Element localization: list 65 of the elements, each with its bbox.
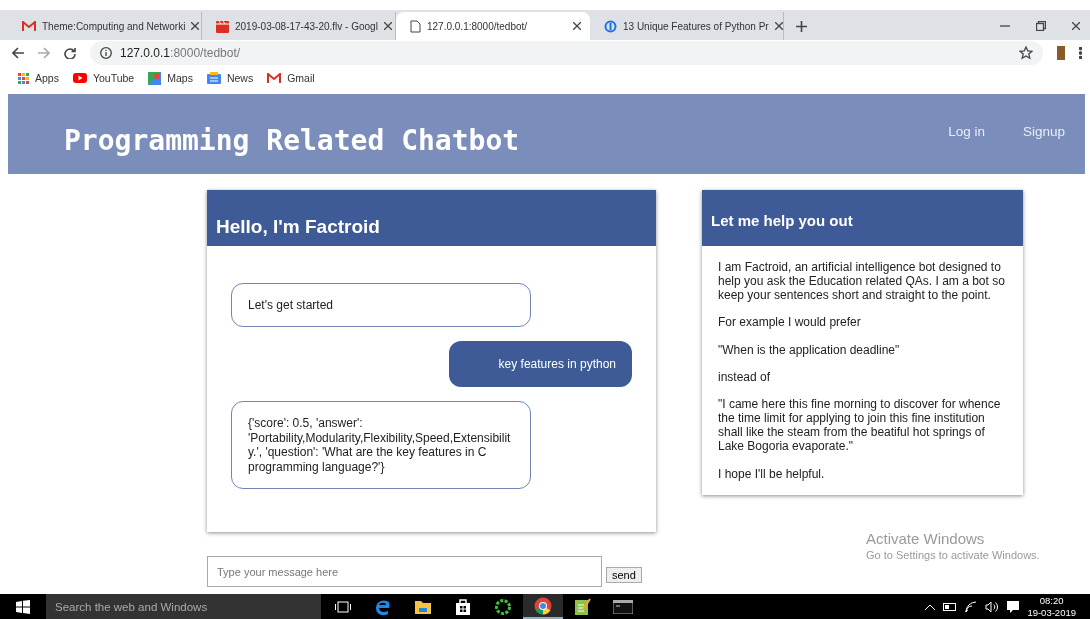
plus-icon[interactable] [796, 20, 807, 32]
bookmark[interactable]: YouTube [72, 72, 135, 84]
address-bar[interactable]: 127.0.0.1:8000/tedbot/ [90, 41, 1043, 65]
browser-tab[interactable]: 2019-03-08-17-43-20.flv - Googl [202, 12, 396, 40]
wifi-icon[interactable] [965, 600, 978, 613]
send-button[interactable]: send [606, 566, 642, 583]
task-view-icon [335, 600, 351, 613]
close-icon[interactable] [1072, 22, 1080, 30]
bookmark[interactable]: News [206, 72, 254, 84]
chevron-up-icon[interactable] [925, 603, 936, 610]
close-icon[interactable] [191, 22, 200, 30]
info-icon[interactable] [100, 47, 112, 59]
bookmark[interactable]: Gmail [267, 72, 315, 84]
bookmark[interactable]: Maps [148, 71, 193, 85]
terminal-icon [613, 599, 633, 614]
play-icon [72, 73, 87, 83]
help-text: instead of [718, 369, 772, 384]
restore-icon[interactable] [1036, 21, 1046, 31]
user-message: key features in python [448, 341, 632, 388]
browser-tab[interactable]: 127.0.0.1:8000/tedbot/ [396, 12, 590, 40]
reload-icon[interactable] [64, 47, 76, 59]
message-input[interactable]: Type your message here [207, 556, 602, 587]
map-pin-icon [148, 71, 162, 85]
browser-tab[interactable]: Theme:Computing and Networki [8, 12, 202, 40]
clapperboard-icon [216, 19, 229, 33]
ring-icon [494, 597, 512, 616]
close-icon[interactable] [383, 22, 392, 30]
help-text: "I came here this fine morning to discover for whence the time limit for applying to join this fine institution shall like the steam from the beatiful hot springs of Lake Bogoria evaporate." [718, 396, 1002, 454]
document-icon [410, 19, 421, 33]
close-icon[interactable] [774, 22, 783, 30]
taskbar-search-field[interactable]: Search the web and Windows [46, 594, 321, 619]
help-text: "When is the application deadline" [718, 342, 901, 357]
help-text: I am Factroid, an artificial intelligence bot designed to help you ask the Education related QAs. I am a bot so keep your sentences short and straight to the point. [718, 260, 1006, 303]
help-text: For example I would prefer [718, 315, 862, 330]
clock-date: 19-03-2019 [1027, 606, 1076, 619]
battery-icon[interactable] [943, 602, 958, 611]
apps-grid-icon [18, 72, 29, 84]
windows-logo-icon[interactable] [16, 599, 30, 614]
folder-icon [414, 598, 432, 615]
activation-subtitle: Go to Settings to activate Windows. [866, 549, 1040, 561]
browser-tab[interactable]: 13 Unique Features of Python Pr [590, 12, 784, 40]
taskbar-app[interactable] [523, 594, 563, 619]
bot-message: {'score': 0.5, 'answer': 'Portability,Modularity,Flexibility,Speed,Extensibility.', 'question': 'What are the key features in C programming language?'} [231, 401, 531, 489]
star-icon[interactable] [1019, 46, 1033, 60]
activation-title: Activate Windows [866, 530, 986, 547]
menu-icon[interactable] [1079, 47, 1082, 59]
help-title: Let me help you out [702, 190, 1023, 246]
notification-icon[interactable] [1007, 600, 1020, 613]
clock-time: 08:20 [1038, 594, 1065, 607]
back-icon[interactable] [12, 47, 24, 59]
e-logo-icon [374, 597, 392, 616]
bookmark[interactable]: Apps [18, 72, 59, 84]
speaker-icon[interactable] [985, 600, 1000, 613]
chrome-logo-icon [534, 596, 552, 615]
close-icon[interactable] [573, 22, 581, 30]
help-text: I hope I'll be helpful. [718, 466, 826, 481]
mail-icon [22, 20, 36, 32]
notepad-icon [574, 597, 592, 616]
news-icon [206, 72, 221, 84]
chat-title: Hello, I'm Factroid [207, 190, 656, 246]
shopping-bag-icon [455, 597, 471, 616]
circle-logo-icon [604, 19, 617, 33]
mail-icon [267, 72, 282, 84]
site-title: Programming Related Chatbot [64, 123, 520, 157]
bot-message: Let's get started [231, 283, 531, 328]
